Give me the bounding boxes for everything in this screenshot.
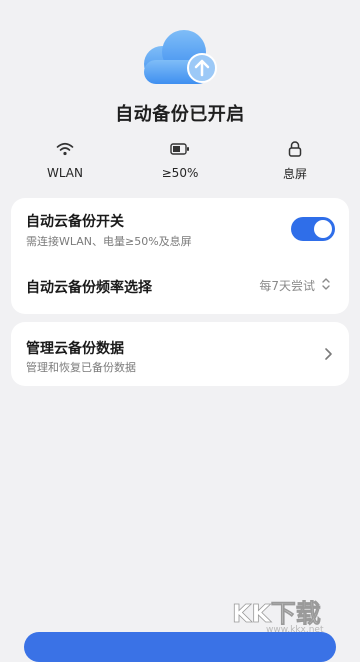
watermark-logo: KK下载 www.kkx.net xyxy=(232,599,324,634)
condition-screen-off: 息屏 xyxy=(250,138,340,182)
cloud-upload-icon xyxy=(144,30,217,84)
watermark-logo-text: KK下载 xyxy=(232,599,321,628)
condition-battery-label: ≥50% xyxy=(161,166,199,180)
chevron-right-icon xyxy=(325,348,332,360)
backup-status-title: 自动备份已开启 xyxy=(115,104,245,125)
manage-backup-card[interactable]: 管理云备份数据 管理和恢复已备份数据 xyxy=(11,322,349,386)
backup-status-header: 自动备份已开启 xyxy=(0,30,360,126)
manage-backup-title: 管理云备份数据 xyxy=(26,341,124,357)
auto-backup-row[interactable]: 自动云备份开关 需连接WLAN、电量≥50%及息屏 xyxy=(11,198,349,258)
condition-screen-off-label: 息屏 xyxy=(282,167,307,181)
condition-battery: ≥50% xyxy=(135,138,225,182)
auto-backup-title: 自动云备份开关 xyxy=(26,214,124,230)
backup-frequency-value[interactable]: 每7天尝试 xyxy=(259,277,315,294)
condition-wlan: WLAN xyxy=(20,138,110,182)
auto-backup-subtitle: 需连接WLAN、电量≥50%及息屏 xyxy=(26,235,192,248)
backup-frequency-title: 自动云备份频率选择 xyxy=(26,280,152,296)
bottom-action-button[interactable] xyxy=(24,632,336,662)
toggle-knob xyxy=(314,220,332,238)
battery-icon xyxy=(169,138,191,160)
chevron-up-down-icon xyxy=(322,278,330,290)
backup-settings-card: 自动云备份开关 需连接WLAN、电量≥50%及息屏 自动云备份频率选择 每7天尝… xyxy=(11,198,349,314)
manage-backup-subtitle: 管理和恢复已备份数据 xyxy=(26,361,136,374)
wifi-icon xyxy=(54,138,76,160)
auto-backup-toggle[interactable] xyxy=(291,217,335,241)
lock-icon xyxy=(284,138,306,159)
condition-wlan-label: WLAN xyxy=(46,166,83,180)
backup-conditions: WLAN ≥50% 息屏 xyxy=(20,138,340,182)
